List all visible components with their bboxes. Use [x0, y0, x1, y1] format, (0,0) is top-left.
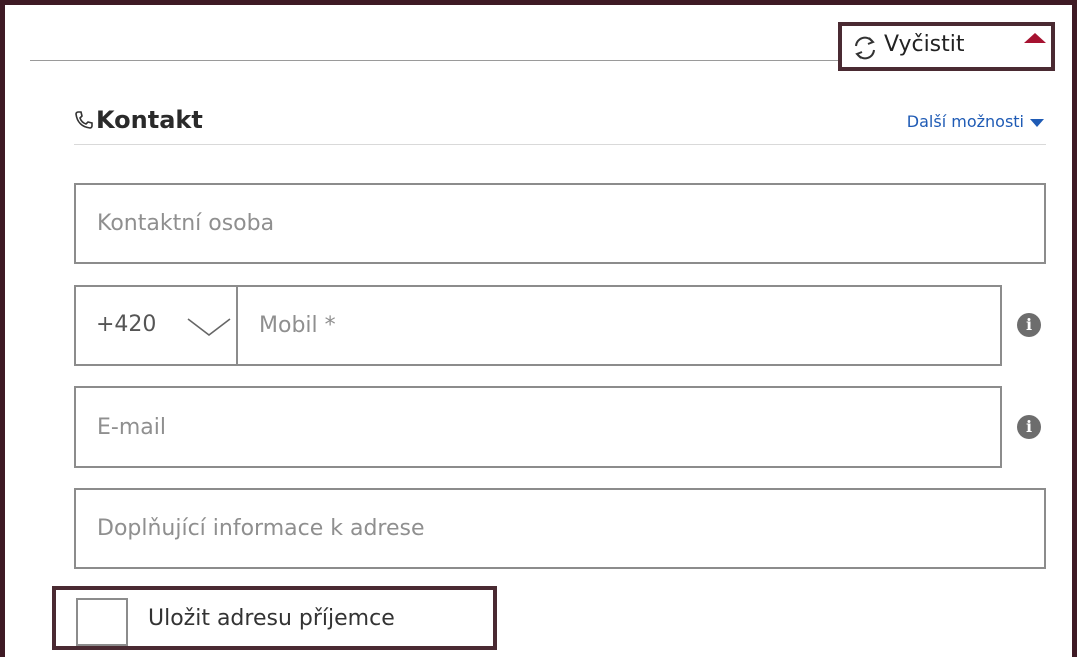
address-info-input[interactable] — [76, 490, 1044, 567]
phone-prefix-select[interactable]: +420 — [74, 285, 238, 366]
clear-button-label: Vyčistit — [884, 32, 965, 57]
contact-person-input[interactable] — [76, 185, 1044, 262]
contact-person-field[interactable] — [74, 183, 1046, 264]
address-info-field[interactable] — [74, 488, 1046, 569]
refresh-icon — [855, 36, 875, 60]
caret-down-icon[interactable] — [1030, 119, 1044, 127]
contact-section-header: Kontakt Další možnosti — [74, 104, 1046, 145]
mobile-input[interactable] — [238, 287, 1000, 364]
section-title: Kontakt — [96, 106, 203, 134]
chevron-down-icon — [187, 318, 231, 337]
email-input[interactable] — [76, 388, 1000, 466]
info-icon[interactable]: i — [1017, 415, 1041, 439]
mobile-field[interactable] — [236, 285, 1002, 366]
save-recipient-option[interactable]: Uložit adresu příjemce — [52, 586, 497, 650]
save-recipient-label: Uložit adresu příjemce — [148, 606, 395, 631]
clear-button[interactable]: Vyčistit — [838, 22, 1055, 71]
caret-up-icon[interactable] — [1024, 33, 1046, 43]
phone-icon — [75, 111, 93, 129]
info-icon[interactable]: i — [1017, 313, 1041, 337]
phone-prefix-value: +420 — [96, 312, 157, 337]
save-recipient-checkbox[interactable] — [76, 598, 128, 646]
email-field[interactable] — [74, 386, 1002, 468]
more-options-link[interactable]: Další možnosti — [907, 112, 1024, 131]
